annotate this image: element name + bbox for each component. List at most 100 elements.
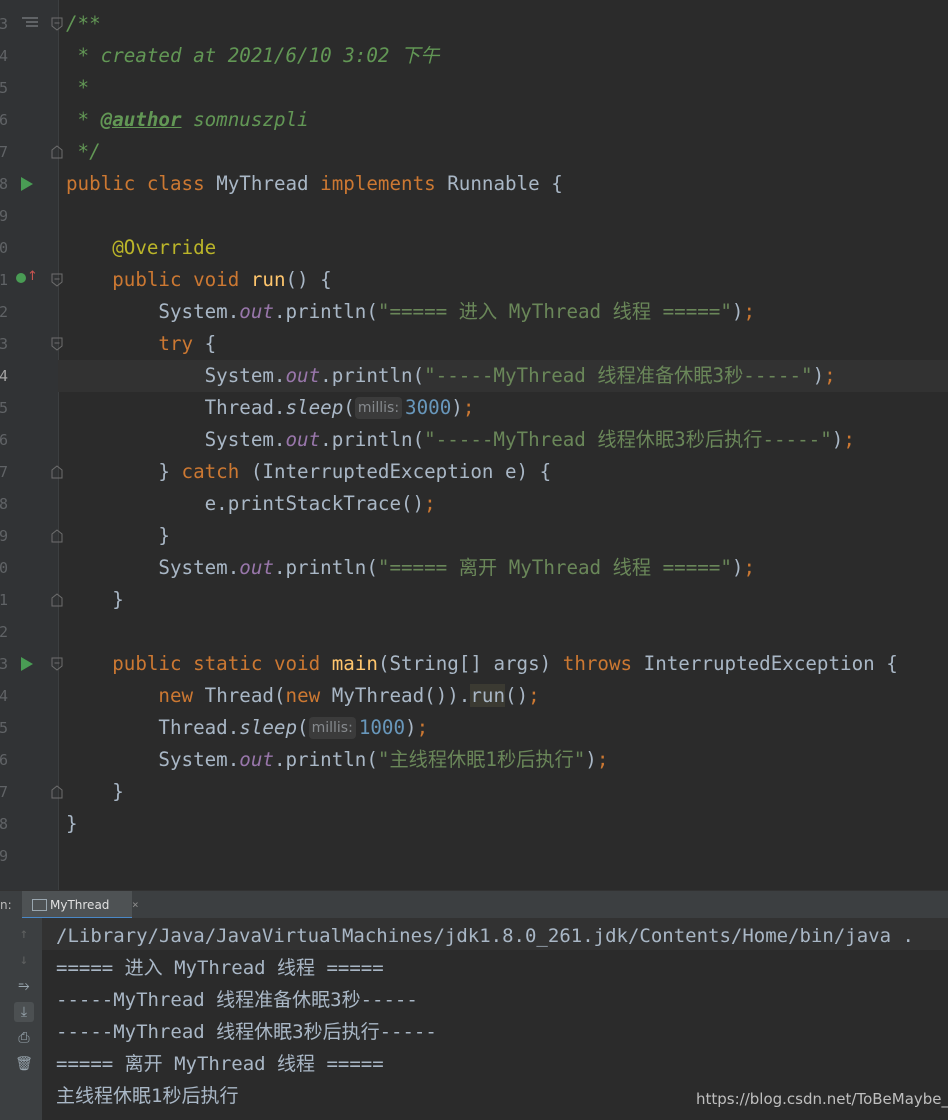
fold-start-icon[interactable] bbox=[50, 648, 64, 680]
trash-icon[interactable]: 🗑 bbox=[14, 1054, 34, 1074]
code-token: implements bbox=[320, 172, 448, 195]
fold-end-icon[interactable] bbox=[50, 456, 64, 488]
code-token: new bbox=[285, 684, 332, 707]
code-token: ; bbox=[743, 556, 756, 579]
line-number: 0 bbox=[0, 559, 9, 577]
code-token: ; bbox=[528, 684, 540, 707]
line-number: 6 bbox=[0, 431, 9, 449]
code-line[interactable]: * created at 2021/6/10 3:02 下午 bbox=[66, 40, 440, 72]
code-line[interactable]: Thread.sleep(millis: 1000); bbox=[66, 712, 428, 744]
line-number: 4 bbox=[0, 367, 9, 385]
line-number: 2 bbox=[0, 303, 9, 321]
code-token: "-----MyThread 线程休眠3秒后执行-----" bbox=[424, 428, 832, 451]
code-line[interactable]: Thread.sleep(millis: 3000); bbox=[66, 392, 474, 424]
implements-method-icon[interactable] bbox=[16, 273, 26, 283]
scroll-to-end-icon[interactable]: ⤓ bbox=[14, 1002, 34, 1022]
fold-end-icon[interactable] bbox=[50, 520, 64, 552]
line-number: 4 bbox=[0, 47, 9, 65]
code-token: out bbox=[239, 300, 274, 323]
code-token: * created at 2021/6/10 3:02 下午 bbox=[66, 44, 440, 67]
code-line[interactable]: */ bbox=[66, 136, 101, 168]
code-line[interactable]: } catch (InterruptedException e) { bbox=[66, 456, 551, 488]
code-token: run bbox=[250, 268, 286, 291]
line-number: 4 bbox=[0, 687, 9, 705]
code-line[interactable]: @Override bbox=[66, 232, 216, 264]
code-editor[interactable]: ↑ 3 4 5 6 7 8 9 0 1 2 3 4 5 6 7 8 9 0 1 2 3 4 5 6 7 8 9 /** * crea… bbox=[0, 0, 948, 890]
code-token: new bbox=[158, 684, 205, 707]
code-line[interactable]: System.out.println("主线程休眠1秒后执行"); bbox=[66, 744, 608, 776]
watermark: https://blog.csdn.net/ToBeMaybe_ bbox=[696, 1090, 948, 1108]
code-line[interactable]: public void run() { bbox=[66, 264, 332, 296]
code-line[interactable]: * bbox=[66, 72, 90, 104]
code-line[interactable]: public static void main(String[] args) t… bbox=[66, 648, 898, 680]
code-line[interactable]: try { bbox=[66, 328, 216, 360]
fold-start-icon[interactable] bbox=[50, 328, 64, 360]
console-toolbar: ↑ ↓ ⥱ ⤓ ⎙ 🗑 bbox=[0, 918, 42, 1120]
code-line[interactable]: } bbox=[66, 776, 124, 808]
line-number: 9 bbox=[0, 527, 9, 545]
run-main-icon[interactable] bbox=[21, 657, 33, 671]
parameter-hint: millis: bbox=[354, 397, 403, 419]
console-output-line: ===== 离开 MyThread 线程 ===== bbox=[56, 1053, 384, 1075]
javadoc-render-icon[interactable] bbox=[22, 16, 38, 30]
code-line[interactable]: System.out.println("===== 离开 MyThread 线程… bbox=[66, 552, 755, 584]
code-token: ; bbox=[462, 396, 475, 419]
code-line[interactable]: } bbox=[66, 520, 170, 552]
override-arrow-icon[interactable]: ↑ bbox=[27, 270, 38, 284]
code-token: System. bbox=[66, 364, 286, 387]
soft-wrap-icon[interactable]: ⥱ bbox=[14, 976, 34, 996]
code-line[interactable]: System.out.println("-----MyThread 线程准备休眠… bbox=[66, 360, 836, 392]
code-token: ( bbox=[297, 716, 309, 739]
code-token: InterruptedException { bbox=[643, 652, 898, 675]
fold-start-icon[interactable] bbox=[50, 264, 64, 296]
line-number: 8 bbox=[0, 175, 9, 193]
code-line[interactable]: System.out.println("-----MyThread 线程休眠3秒… bbox=[66, 424, 855, 456]
code-token: "-----MyThread 线程准备休眠3秒-----" bbox=[424, 364, 813, 387]
code-line[interactable]: System.out.println("===== 进入 MyThread 线程… bbox=[66, 296, 755, 328]
code-token: e.printStackTrace() bbox=[66, 492, 425, 515]
console-output-line: -----MyThread 线程准备休眠3秒----- bbox=[56, 989, 418, 1011]
fold-end-icon[interactable] bbox=[50, 136, 64, 168]
code-line[interactable]: } bbox=[66, 808, 78, 840]
arrow-up-icon[interactable]: ↑ bbox=[14, 924, 34, 944]
code-token: try bbox=[158, 332, 205, 355]
close-icon[interactable]: × bbox=[132, 891, 139, 919]
code-token: "主线程休眠1秒后执行" bbox=[377, 748, 586, 771]
fold-end-icon[interactable] bbox=[50, 584, 64, 616]
code-token: ) bbox=[451, 396, 463, 419]
code-token: 1000 bbox=[358, 716, 406, 739]
code-token: () { bbox=[285, 268, 332, 291]
gutter-separator bbox=[58, 0, 59, 890]
run-tab-mythread[interactable]: MyThread × bbox=[22, 891, 139, 919]
code-token: sleep bbox=[285, 396, 344, 419]
code-token: out bbox=[239, 748, 274, 771]
code-token: out bbox=[285, 428, 321, 451]
console-output-line: -----MyThread 线程休眠3秒后执行----- bbox=[56, 1021, 437, 1043]
fold-end-icon[interactable] bbox=[50, 776, 64, 808]
code-token: public void bbox=[112, 268, 251, 291]
fold-start-icon[interactable] bbox=[50, 8, 64, 40]
line-number: 1 bbox=[0, 271, 9, 289]
code-token: () bbox=[505, 684, 529, 707]
code-line[interactable]: * @author somnuszpli bbox=[66, 104, 309, 136]
line-number: 5 bbox=[0, 79, 9, 97]
line-number: 3 bbox=[0, 655, 9, 673]
arrow-down-icon[interactable]: ↓ bbox=[14, 950, 34, 970]
code-token: ( bbox=[343, 396, 355, 419]
code-line[interactable]: } bbox=[66, 584, 124, 616]
code-line[interactable]: /** bbox=[66, 8, 101, 40]
code-line[interactable]: public class MyThread implements Runnabl… bbox=[66, 168, 563, 200]
code-line[interactable]: new Thread(new MyThread()).run(); bbox=[66, 680, 540, 712]
run-class-icon[interactable] bbox=[21, 177, 33, 191]
code-token: ) bbox=[812, 364, 825, 387]
code-line[interactable]: e.printStackTrace(); bbox=[66, 488, 436, 520]
code-token: ) bbox=[831, 428, 844, 451]
code-token: ; bbox=[424, 492, 436, 515]
print-icon[interactable]: ⎙ bbox=[14, 1028, 34, 1048]
code-token: System. bbox=[66, 748, 240, 771]
run-label: n: bbox=[0, 898, 12, 912]
line-number: 2 bbox=[0, 623, 9, 641]
code-token: ; bbox=[824, 364, 836, 387]
console-output-line: ===== 进入 MyThread 线程 ===== bbox=[56, 957, 384, 979]
